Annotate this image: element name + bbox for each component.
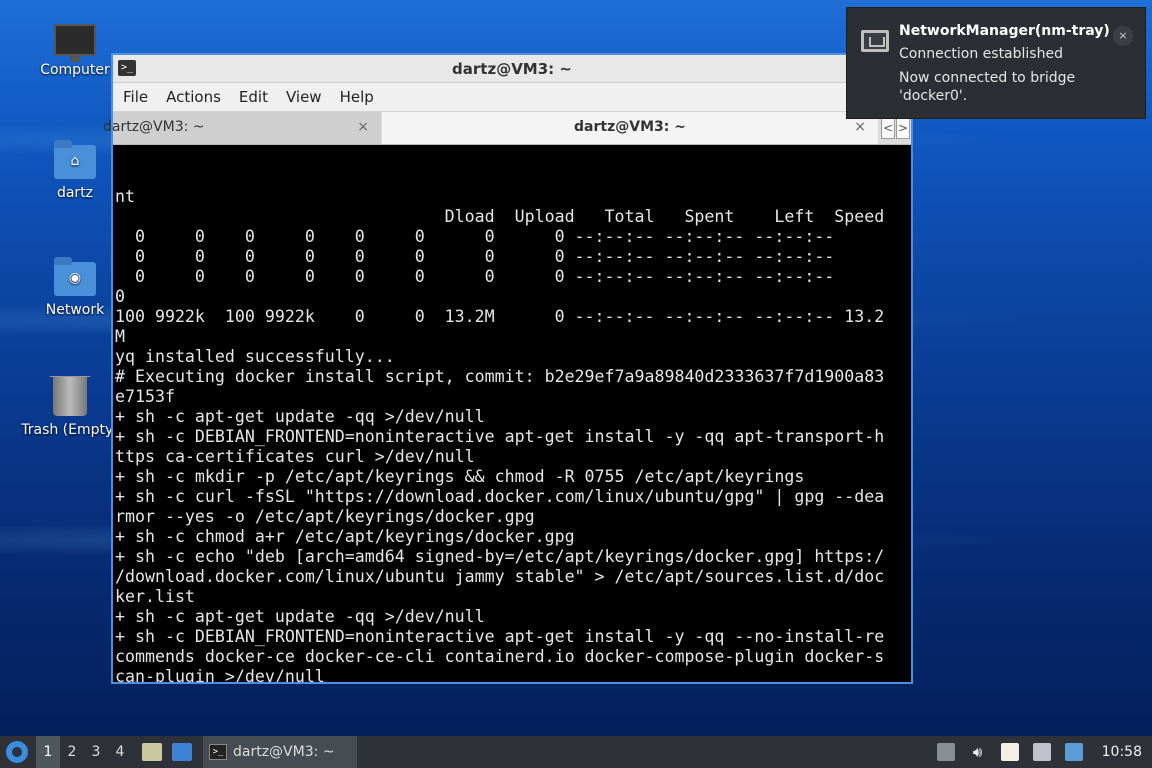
- desktop-icon-home[interactable]: ⌂ dartz: [30, 140, 120, 201]
- desktop-icon-label: Network: [45, 302, 105, 318]
- desktop-icon-trash[interactable]: Trash (Empty): [20, 376, 120, 438]
- volume-icon[interactable]: 🔊︎: [969, 743, 987, 761]
- tab-close-icon[interactable]: ×: [357, 112, 369, 142]
- desktop-icon-label: Trash (Empty): [21, 422, 119, 438]
- terminal-line: M: [115, 327, 125, 346]
- notification-close-icon[interactable]: ×: [1113, 26, 1133, 46]
- terminal-icon: >_: [209, 744, 227, 760]
- taskbar: 1 2 3 4 >_ dartz@VM3: ~ 🔊︎ 10:58: [0, 736, 1152, 768]
- taskbar-task-terminal[interactable]: >_ dartz@VM3: ~: [203, 736, 357, 768]
- network-folder-icon: ◉: [54, 257, 96, 296]
- terminal-line: + sh -c apt-get update -qq >/dev/null: [115, 607, 485, 626]
- terminal-line: + sh -c echo "deb [arch=amd64 signed-by=…: [115, 547, 885, 566]
- computer-icon: [54, 24, 96, 62]
- start-menu-icon[interactable]: [6, 741, 28, 763]
- terminal-line: + sh -c chmod a+r /etc/apt/keyrings/dock…: [115, 527, 575, 546]
- desktop-icon-label: Computer: [40, 62, 110, 78]
- terminal-line: # Executing docker install script, commi…: [115, 367, 885, 386]
- menu-edit[interactable]: Edit: [233, 88, 280, 106]
- menu-view[interactable]: View: [280, 88, 334, 106]
- info-icon[interactable]: [1064, 743, 1083, 761]
- terminal-line: 0 0 0 0 0 0 0 0 --:--:-- --:--:-- --:--:…: [115, 267, 835, 286]
- tab-1[interactable]: dartz@VM3: ~ ×: [103, 112, 381, 144]
- terminal-line: + sh -c DEBIAN_FRONTEND=noninteractive a…: [115, 427, 885, 446]
- notification-body: Now connected to bridge 'docker0'.: [899, 70, 1076, 104]
- terminal-window: >_ dartz@VM3: ~ File Actions Edit View H…: [103, 53, 913, 684]
- window-title: dartz@VM3: ~: [452, 60, 572, 78]
- network-wired-icon: [861, 30, 889, 52]
- terminal-line: /download.docker.com/linux/ubuntu jammy …: [115, 567, 885, 586]
- tab-label: dartz@VM3: ~: [103, 119, 205, 135]
- terminal-line: + sh -c apt-get update -qq >/dev/null: [115, 407, 485, 426]
- tab-scroll-left-icon[interactable]: <: [881, 117, 895, 139]
- workspace-2[interactable]: 2: [60, 736, 84, 768]
- terminal-line: 0: [115, 287, 125, 306]
- show-desktop-icon[interactable]: [172, 743, 192, 761]
- menu-actions[interactable]: Actions: [160, 88, 233, 106]
- menubar: File Actions Edit View Help: [113, 83, 911, 112]
- tab-2[interactable]: dartz@VM3: ~ ×: [382, 112, 878, 144]
- menu-help[interactable]: Help: [334, 88, 386, 106]
- desktop-icon-label: dartz: [56, 185, 94, 201]
- workspace-3[interactable]: 3: [84, 736, 108, 768]
- terminal-line: rmor --yes -o /etc/apt/keyrings/docker.g…: [115, 507, 535, 526]
- tab-label: dartz@VM3: ~: [574, 119, 686, 135]
- workspace-1[interactable]: 1: [36, 736, 60, 768]
- system-tray: 🔊︎ 10:58: [930, 743, 1152, 761]
- notification-popup[interactable]: NetworkManager(nm-tray) Connection estab…: [846, 7, 1146, 119]
- terminal-line: Dload Upload Total Spent Left Speed: [115, 207, 885, 226]
- terminal-line: nt: [115, 187, 135, 206]
- terminal-line: + sh -c curl -fsSL "https://download.doc…: [115, 487, 885, 506]
- terminal-line: 100 9922k 100 9922k 0 0 13.2M 0 --:--:--…: [115, 307, 885, 326]
- workspace-4[interactable]: 4: [108, 736, 132, 768]
- terminal-line: ttps ca-certificates curl >/dev/null: [115, 447, 475, 466]
- trash-icon: [49, 376, 91, 416]
- window-titlebar[interactable]: >_ dartz@VM3: ~: [113, 55, 911, 83]
- clipboard-icon[interactable]: [1000, 743, 1019, 761]
- terminal-line: 0 0 0 0 0 0 0 0 --:--:-- --:--:-- --:--:…: [115, 247, 835, 266]
- terminal-line: 0 0 0 0 0 0 0 0 --:--:-- --:--:-- --:--:…: [115, 227, 835, 246]
- terminal-line: + sh -c DEBIAN_FRONTEND=noninteractive a…: [115, 627, 885, 646]
- notification-title: NetworkManager(nm-tray): [899, 23, 1110, 39]
- desktop-icon-computer[interactable]: Computer: [30, 24, 120, 78]
- terminal-line: e7153f: [115, 387, 175, 406]
- terminal-line: + sh -c mkdir -p /etc/apt/keyrings && ch…: [115, 467, 805, 486]
- task-label: dartz@VM3: ~: [233, 744, 335, 760]
- tab-scroll-right-icon[interactable]: >: [896, 117, 910, 139]
- terminal-line: can-plugin >/dev/null: [115, 667, 325, 682]
- terminal-line: yq installed successfully...: [115, 347, 395, 366]
- clock[interactable]: 10:58: [1102, 744, 1142, 760]
- terminal-line: ker.list: [115, 587, 195, 606]
- upload-icon[interactable]: [936, 743, 955, 761]
- terminal-line: commends docker-ce docker-ce-cli contain…: [115, 647, 885, 666]
- terminal-icon: >_: [118, 60, 136, 76]
- desktop-icon-network[interactable]: ◉ Network: [30, 257, 120, 318]
- tab-bar: dartz@VM3: ~ × dartz@VM3: ~ × < >: [103, 112, 911, 145]
- terminal-output[interactable]: nt Dload Upload Total Spent Left Speed 0…: [114, 147, 910, 682]
- menu-file[interactable]: File: [117, 88, 160, 106]
- notification-summary: Connection established: [899, 46, 1063, 62]
- file-manager-icon[interactable]: [142, 743, 162, 761]
- network-wired-icon[interactable]: [1032, 743, 1051, 761]
- home-folder-icon: ⌂: [54, 140, 96, 179]
